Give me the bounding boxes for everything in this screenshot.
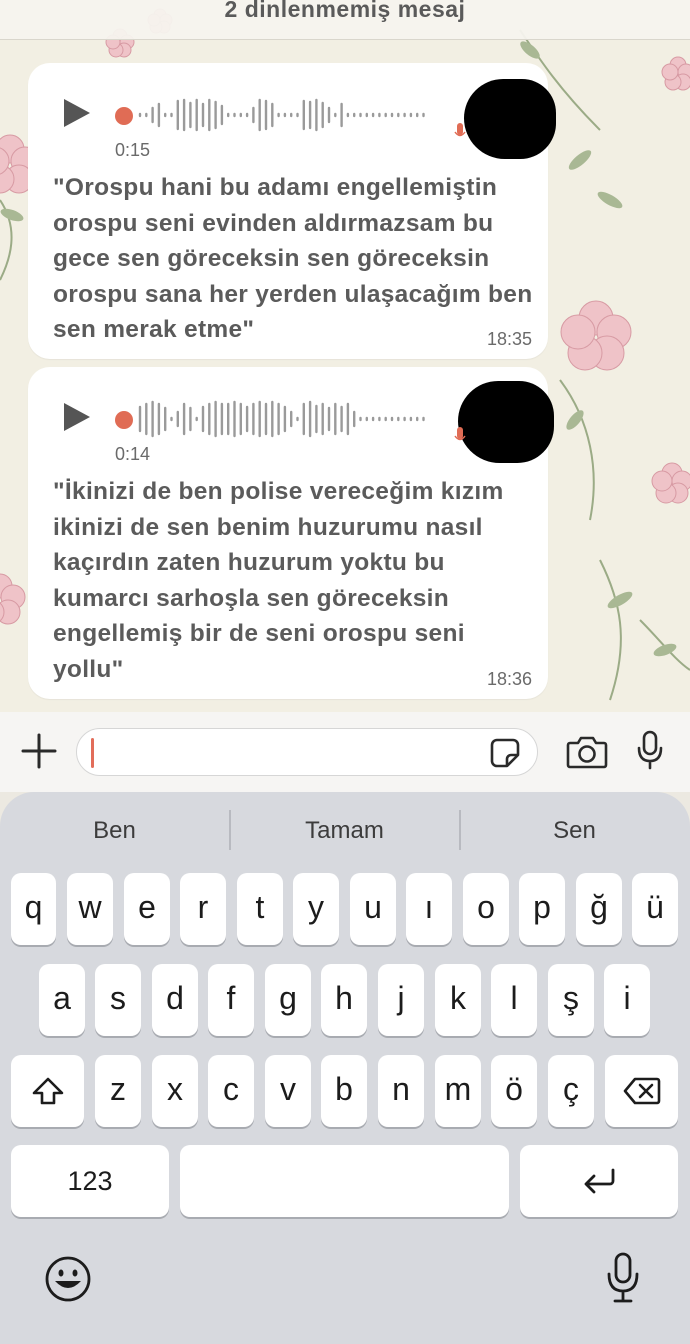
- unread-banner-text: 2 dinlenmemiş mesaj: [224, 0, 466, 22]
- voice-duration: 0:15: [115, 140, 151, 160]
- plus-icon[interactable]: [20, 732, 58, 770]
- playback-position-dot[interactable]: [115, 411, 133, 429]
- key[interactable]: i: [604, 964, 650, 1036]
- message-time: 18:35: [486, 329, 532, 349]
- microphone-icon: [454, 123, 466, 137]
- key[interactable]: ü: [632, 873, 678, 945]
- key[interactable]: y: [293, 873, 339, 945]
- avatar: [458, 381, 554, 463]
- key[interactable]: t: [237, 873, 283, 945]
- sticker-icon[interactable]: [489, 737, 521, 769]
- suggestion-3[interactable]: Sen: [460, 812, 689, 850]
- key[interactable]: l: [491, 964, 537, 1036]
- play-icon[interactable]: [64, 403, 90, 431]
- key[interactable]: h: [321, 964, 367, 1036]
- waveform[interactable]: [136, 93, 426, 137]
- key[interactable]: u: [350, 873, 396, 945]
- avatar: [464, 79, 556, 159]
- key[interactable]: z: [95, 1055, 141, 1127]
- voice-duration: 0:14: [115, 444, 151, 464]
- key[interactable]: ö: [491, 1055, 537, 1127]
- key[interactable]: o: [463, 873, 509, 945]
- message-input[interactable]: [76, 728, 538, 776]
- key[interactable]: n: [378, 1055, 424, 1127]
- backspace-key[interactable]: [605, 1055, 678, 1127]
- key[interactable]: b: [321, 1055, 367, 1127]
- key[interactable]: ı: [406, 873, 452, 945]
- voice-transcript: "Orospu hani bu adamı engellemiştin oros…: [53, 174, 533, 343]
- unread-messages-banner: 2 dinlenmemiş mesaj: [0, 0, 690, 40]
- key[interactable]: m: [435, 1055, 481, 1127]
- key[interactable]: e: [124, 873, 170, 945]
- keyboard: Ben Tamam Sen q w e r t y u ı o p ğ ü a …: [0, 792, 690, 1344]
- key[interactable]: r: [180, 873, 226, 945]
- suggestion-2[interactable]: Tamam: [230, 812, 459, 850]
- key[interactable]: f: [208, 964, 254, 1036]
- key[interactable]: d: [152, 964, 198, 1036]
- camera-icon[interactable]: [566, 734, 608, 770]
- return-key[interactable]: [520, 1145, 678, 1217]
- backspace-icon: [623, 1077, 660, 1105]
- key[interactable]: g: [265, 964, 311, 1036]
- message-time: 18:36: [486, 669, 532, 689]
- key[interactable]: a: [39, 964, 85, 1036]
- shift-key[interactable]: [11, 1055, 84, 1127]
- voice-message-bubble[interactable]: 0:15 "Orospu hani bu adamı engellemiştin…: [28, 63, 556, 359]
- microphone-icon: [454, 427, 466, 441]
- key[interactable]: p: [519, 873, 565, 945]
- return-icon: [584, 1168, 615, 1194]
- message-input-bar: [0, 712, 690, 792]
- shift-icon: [32, 1077, 63, 1105]
- key[interactable]: j: [378, 964, 424, 1036]
- key[interactable]: ş: [548, 964, 594, 1036]
- key[interactable]: q: [11, 873, 56, 945]
- numbers-key[interactable]: 123: [11, 1145, 169, 1217]
- key[interactable]: v: [265, 1055, 311, 1127]
- key[interactable]: ç: [548, 1055, 594, 1127]
- text-caret: [91, 738, 94, 768]
- suggestion-1[interactable]: Ben: [0, 812, 229, 850]
- playback-position-dot[interactable]: [115, 107, 133, 125]
- key[interactable]: x: [152, 1055, 198, 1127]
- play-icon[interactable]: [64, 99, 90, 127]
- chat-area[interactable]: 2 dinlenmemiş mesaj 0:15 "Orospu hani bu…: [0, 0, 690, 712]
- waveform[interactable]: [136, 397, 426, 441]
- key[interactable]: ğ: [576, 873, 622, 945]
- space-key[interactable]: [180, 1145, 509, 1217]
- microphone-icon[interactable]: [636, 730, 664, 770]
- key[interactable]: s: [95, 964, 141, 1036]
- voice-message-bubble[interactable]: 0:14 "İkinizi de ben polise vereceğim kı…: [28, 367, 554, 699]
- dictation-icon[interactable]: [606, 1252, 640, 1304]
- key[interactable]: k: [435, 964, 481, 1036]
- voice-transcript: "İkinizi de ben polise vereceğim kızım i…: [53, 478, 504, 683]
- key[interactable]: w: [67, 873, 113, 945]
- emoji-icon[interactable]: [44, 1255, 92, 1303]
- key[interactable]: c: [208, 1055, 254, 1127]
